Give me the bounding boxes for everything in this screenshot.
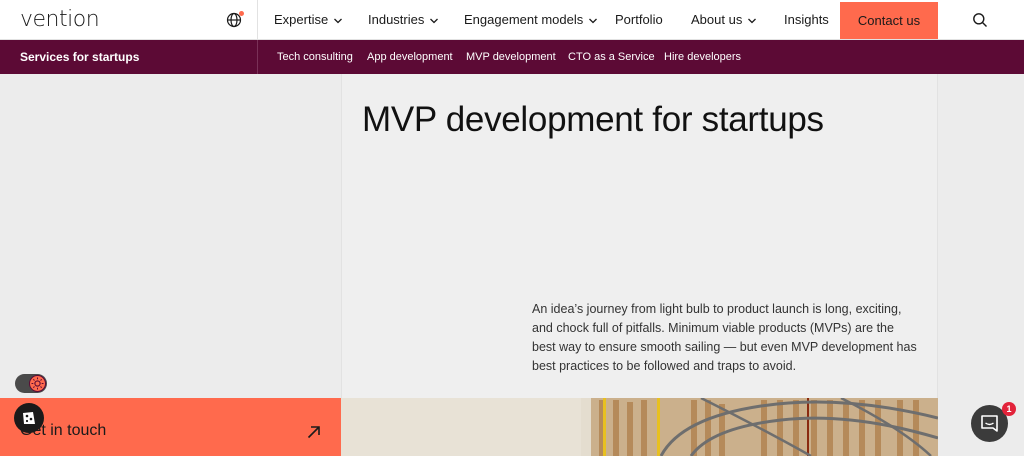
subnav-link-app-development[interactable]: App development [367,40,453,74]
cookie-settings-button[interactable] [14,403,44,433]
chevron-down-icon [589,18,598,23]
nav-industries-label: Industries [368,12,425,27]
subnav-link-cto-as-a-service[interactable]: CTO as a Service [568,40,655,74]
vention-logo[interactable]: vention [20,7,100,32]
subnav-link-mvp-development[interactable]: MVP development [466,40,556,74]
chevron-down-icon [334,18,343,23]
services-subnav: Services for startups Tech consulting Ap… [0,40,1024,74]
chat-notification-badge: 1 [1002,402,1016,416]
get-in-touch-button[interactable]: Get in touch [0,398,341,456]
theme-toggle[interactable] [15,374,47,393]
nav-engagement-models[interactable]: Engagement models [464,0,598,40]
nav-industries[interactable]: Industries [368,0,439,40]
top-navbar: vention Expertise Industries Engagement … [0,0,1024,40]
page-title: MVP development for startups [362,100,824,139]
nav-divider [257,0,258,40]
subnav-link-tech-consulting[interactable]: Tech consulting [277,40,353,74]
nav-engagement-models-label: Engagement models [464,12,584,27]
nav-portfolio-label: Portfolio [615,12,663,27]
nav-expertise-label: Expertise [274,12,329,27]
nav-insights[interactable]: Insights [784,0,829,40]
nav-insights-label: Insights [784,12,829,27]
contact-us-button[interactable]: Contact us [840,2,938,39]
arrow-up-right-icon [307,426,320,439]
nav-about-us[interactable]: About us [691,0,757,40]
nav-expertise[interactable]: Expertise [274,0,343,40]
hero-image [341,398,938,456]
subnav-divider [257,40,258,74]
subnav-title[interactable]: Services for startups [20,40,139,74]
subnav-link-hire-developers[interactable]: Hire developers [664,40,741,74]
nav-portfolio[interactable]: Portfolio [615,0,663,40]
search-icon[interactable] [972,12,988,28]
language-notification-dot [239,11,244,16]
chevron-down-icon [748,18,757,23]
hero-description: An idea’s journey from light bulb to pro… [532,302,917,373]
cookie-icon [23,412,35,424]
nav-about-us-label: About us [691,12,743,27]
chevron-down-icon [430,18,439,23]
sun-icon [29,375,46,392]
